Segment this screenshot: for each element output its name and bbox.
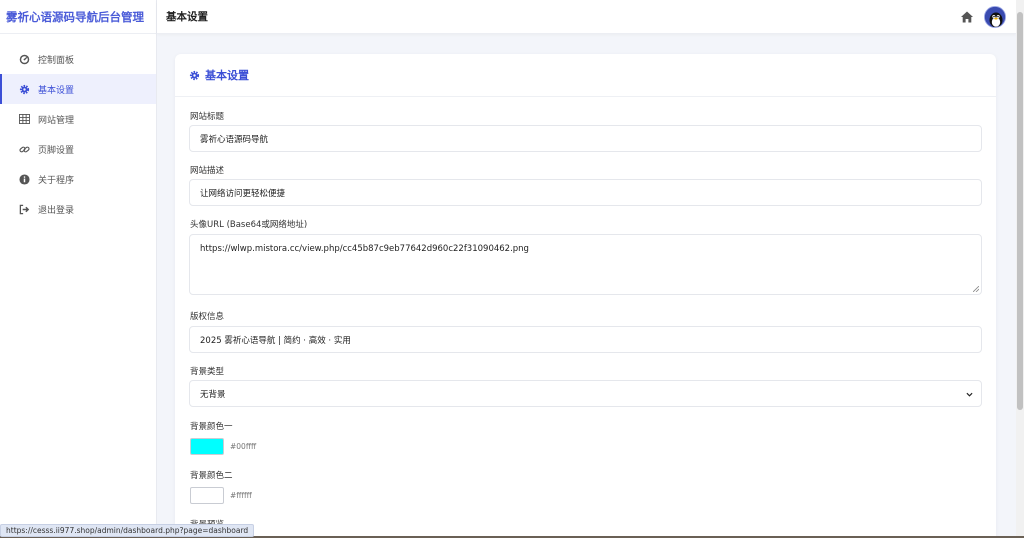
scrollbar-thumb[interactable] [1017, 12, 1023, 410]
sidebar-item-basic-settings[interactable]: 基本设置 [0, 74, 156, 104]
site-description-label: 网站描述 [190, 166, 225, 176]
top-bar: 基本设置 [157, 0, 1016, 34]
bg-color-2-label: 背景颜色二 [190, 471, 233, 481]
table-icon [18, 113, 30, 125]
sidebar: 雾祈心语源码导航后台管理 控制面板 基本设置 网站管理 页脚设置 关于程序 退出… [0, 0, 157, 538]
brand-title[interactable]: 雾祈心语源码导航后台管理 [0, 0, 156, 34]
background-type-select[interactable]: 无背景 [189, 380, 982, 407]
card-header: 基本设置 [175, 54, 996, 97]
link-status-bar: https://cesss.ii977.shop/admin/dashboard… [0, 524, 255, 537]
sidebar-item-dashboard[interactable]: 控制面板 [0, 44, 156, 74]
copyright-label: 版权信息 [190, 312, 225, 322]
gear-icon [18, 83, 30, 95]
sidebar-item-logout[interactable]: 退出登录 [0, 194, 156, 224]
home-icon[interactable] [960, 10, 974, 24]
sidebar-item-label: 网站管理 [38, 115, 75, 126]
sidebar-item-site-management[interactable]: 网站管理 [0, 104, 156, 134]
background-type-label: 背景类型 [190, 367, 225, 377]
sidebar-item-label: 关于程序 [38, 175, 75, 186]
resize-handle-icon[interactable] [973, 286, 979, 292]
sidebar-item-label: 基本设置 [38, 85, 75, 96]
avatar-url-value: https://wlwp.mistora.cc/view.php/cc45b87… [200, 244, 529, 254]
page-title: 基本设置 [166, 11, 208, 23]
sidebar-item-label: 控制面板 [38, 55, 75, 66]
avatar-url-label: 头像URL (Base64或网络地址) [190, 220, 308, 230]
penguin-avatar-icon [985, 7, 1005, 27]
site-title-label: 网站标题 [190, 112, 225, 122]
sidebar-item-about[interactable]: 关于程序 [0, 164, 156, 194]
avatar-url-textarea[interactable]: https://wlwp.mistora.cc/view.php/cc45b87… [189, 234, 982, 295]
card-title: 基本设置 [205, 69, 249, 82]
chevron-down-icon [966, 392, 973, 397]
logout-icon [18, 203, 30, 215]
link-icon [18, 143, 30, 155]
bg-color-1-label: 背景颜色一 [190, 422, 233, 432]
sidebar-nav: 控制面板 基本设置 网站管理 页脚设置 关于程序 退出登录 [0, 34, 156, 224]
background-type-value: 无背景 [200, 389, 226, 400]
bg-color-2-picker[interactable] [190, 487, 224, 504]
gear-icon [189, 70, 200, 81]
sidebar-item-footer-settings[interactable]: 页脚设置 [0, 134, 156, 164]
site-description-input[interactable]: 让网络访问更轻松便捷 [189, 179, 982, 206]
settings-card: 基本设置 网站标题 雾祈心语源码导航 网站描述 让网络访问更轻松便捷 头像URL… [175, 54, 996, 538]
sidebar-item-label: 页脚设置 [38, 145, 75, 156]
copyright-input[interactable]: 2025 雾祈心语导航 | 简约 · 高效 · 实用 [189, 326, 982, 353]
site-title-input[interactable]: 雾祈心语源码导航 [189, 125, 982, 152]
bg-color-2-value: #ffffff [230, 491, 252, 500]
user-avatar[interactable] [984, 6, 1006, 28]
bg-color-1-value: #00ffff [230, 442, 257, 451]
info-icon [18, 173, 30, 185]
sidebar-item-label: 退出登录 [38, 205, 75, 216]
bg-color-1-picker[interactable] [190, 438, 224, 455]
page-scrollbar[interactable] [1016, 0, 1024, 538]
dashboard-icon [18, 53, 30, 65]
